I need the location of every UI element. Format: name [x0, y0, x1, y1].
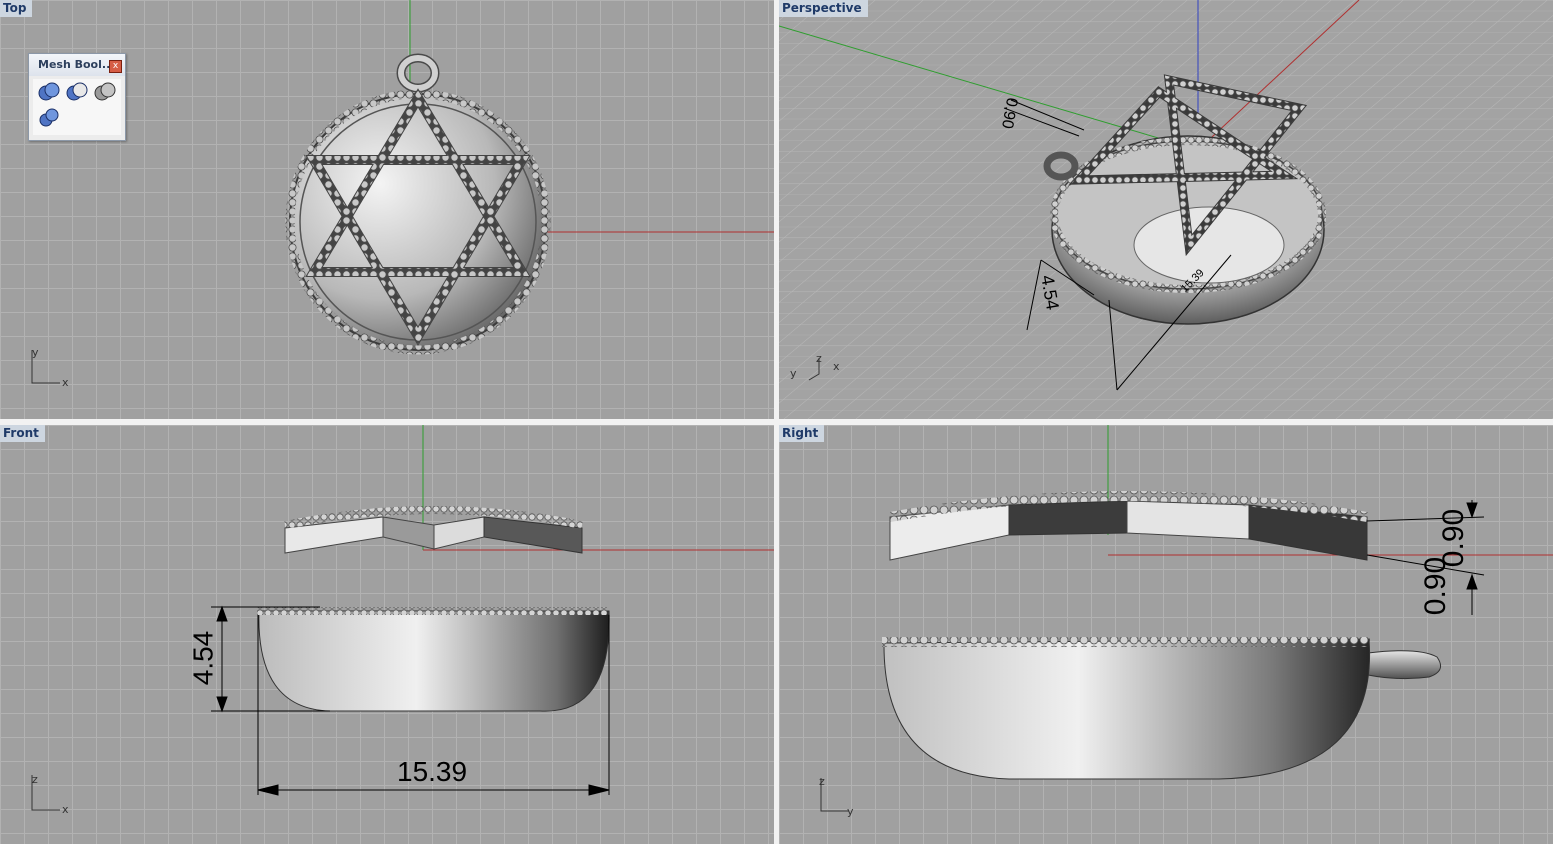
axis-indicator-front	[31, 775, 60, 811]
viewport-label-perspective[interactable]: Perspective	[779, 0, 868, 17]
axis-label-z: z	[819, 775, 825, 788]
perspective-view-canvas	[779, 0, 1553, 419]
bowl-front	[257, 607, 610, 712]
mesh-difference-icon[interactable]	[65, 81, 89, 103]
mesh-union-icon[interactable]	[37, 81, 61, 103]
axis-label-x: x	[833, 360, 840, 373]
viewport-front[interactable]: Front 4.54 15.39 z x	[0, 425, 774, 844]
axis-label-x: x	[62, 803, 69, 816]
right-view-canvas	[882, 425, 1553, 780]
viewport-label-right[interactable]: Right	[779, 425, 825, 442]
front-view-canvas	[211, 425, 774, 796]
pendant-top-view	[285, 53, 551, 355]
star-piece-front	[284, 506, 583, 554]
mesh-split-icon[interactable]	[37, 107, 61, 129]
viewport-perspective[interactable]: Perspective 4.54 0.90 15.39 z y x	[779, 0, 1553, 419]
axis-indicator-top	[31, 350, 60, 384]
axis-label-x: x	[62, 376, 69, 389]
axis-label-z: z	[816, 352, 822, 365]
close-icon[interactable]: x	[109, 60, 122, 73]
axis-label-z: z	[32, 773, 38, 786]
star-piece-right	[889, 491, 1368, 561]
viewport-label-front[interactable]: Front	[0, 425, 45, 442]
mesh-intersection-icon[interactable]	[93, 81, 117, 103]
dimension-thickness-right-2: 0.90	[1419, 556, 1453, 616]
axis-label-y: y	[32, 346, 39, 359]
viewport-top[interactable]: Top y x Mesh Bool... x	[0, 0, 774, 419]
bowl-right	[882, 637, 1442, 780]
dimension-height-front: 4.54	[187, 630, 219, 686]
axis-label-y: y	[847, 805, 854, 818]
dimension-width-front: 15.39	[397, 756, 468, 787]
viewport-label-top[interactable]: Top	[0, 0, 33, 17]
viewport-right[interactable]: Right 0.90 0.90 z y	[779, 425, 1553, 844]
mesh-boolean-toolbar[interactable]: Mesh Bool... x	[28, 53, 126, 141]
axis-label-y: y	[790, 367, 797, 380]
toolbar-body	[33, 79, 121, 135]
